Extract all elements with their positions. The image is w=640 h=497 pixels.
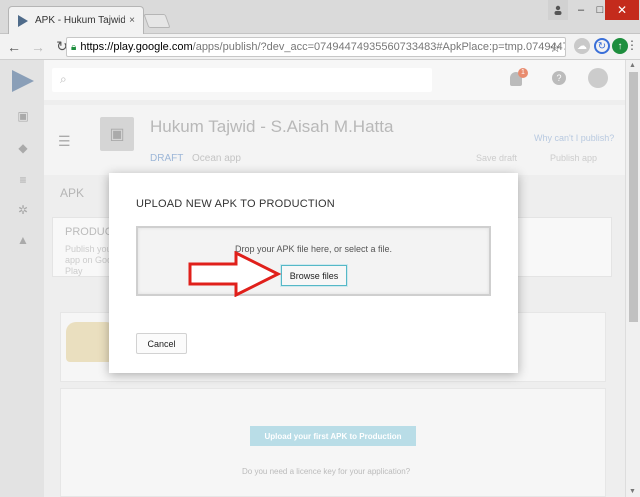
profile-user-icon[interactable]: [548, 0, 568, 20]
tab-close-icon[interactable]: ×: [129, 15, 135, 26]
app-status-badge: DRAFT: [150, 153, 184, 164]
page-scrollbar[interactable]: ▲ ▼: [625, 60, 640, 497]
notification-badge: 1: [518, 68, 528, 78]
android-nav-icon[interactable]: ▣: [17, 110, 29, 122]
scroll-up-icon[interactable]: ▲: [629, 62, 636, 69]
minimize-button[interactable]: –: [570, 0, 592, 20]
android-app-icon: ▣: [100, 117, 134, 151]
app-title: Hukum Tajwid - S.Aisah M.Hatta: [150, 117, 394, 136]
scroll-thumb[interactable]: [629, 72, 638, 322]
address-bar[interactable]: 🔒︎ https://play.google.com/apps/publish/…: [66, 37, 566, 57]
close-window-button[interactable]: ✕: [605, 0, 639, 20]
new-tab-button[interactable]: [143, 14, 171, 28]
help-icon[interactable]: ?: [552, 71, 566, 85]
cloud-extension-icon[interactable]: ☁: [574, 38, 590, 54]
browser-toolbar: ← → ↻ 🔒︎ https://play.google.com/apps/pu…: [0, 34, 640, 60]
database-nav-icon[interactable]: ≡: [17, 174, 29, 186]
dialog-title: UPLOAD NEW APK TO PRODUCTION: [136, 198, 335, 210]
browser-menu-icon[interactable]: ⋮: [626, 38, 638, 52]
save-draft-button[interactable]: Save draft: [476, 153, 517, 163]
hamburger-menu-icon[interactable]: ☰: [58, 133, 71, 150]
annotation-arrow-icon: [188, 251, 282, 297]
games-nav-icon[interactable]: ◆: [17, 142, 29, 154]
google-play-favicon-icon: [18, 14, 28, 27]
upload-apk-dialog: UPLOAD NEW APK TO PRODUCTION Drop your A…: [109, 173, 518, 373]
avatar[interactable]: [588, 68, 608, 88]
sync-extension-icon[interactable]: ↻: [594, 38, 610, 54]
browse-files-button[interactable]: Browse files: [281, 265, 347, 286]
licence-key-question: Do you need a licence key for your appli…: [242, 467, 411, 476]
app-subtitle: Ocean app: [192, 153, 241, 164]
search-input[interactable]: ⌕: [52, 68, 432, 92]
scroll-down-icon[interactable]: ▼: [629, 488, 636, 495]
section-heading: APK: [60, 186, 85, 200]
browser-tab[interactable]: APK - Hukum Tajwid - S ×: [8, 6, 144, 34]
forward-arrow-icon[interactable]: →: [28, 37, 48, 57]
url-text: https://play.google.com/apps/publish/?de…: [80, 41, 566, 53]
search-icon: ⌕: [60, 72, 67, 86]
upload-first-apk-button[interactable]: Upload your first APK to Production: [250, 426, 416, 446]
back-arrow-icon[interactable]: ←: [4, 37, 24, 57]
publish-app-button[interactable]: Publish app: [550, 153, 597, 163]
cancel-button[interactable]: Cancel: [136, 333, 187, 354]
tab-title: APK - Hukum Tajwid - S: [35, 15, 126, 26]
alerts-warning-icon[interactable]: ▲: [17, 234, 29, 246]
why-cant-publish-link[interactable]: Why can't I publish?: [534, 133, 614, 143]
settings-gear-icon[interactable]: ✲: [17, 204, 29, 216]
app-header: ☰ ▣ Hukum Tajwid - S.Aisah M.Hatta DRAFT…: [44, 105, 640, 175]
console-topbar: ⌕ 1 ?: [44, 60, 640, 100]
left-nav-rail: ▣ ◆ ≡ ✲ ▲: [0, 60, 44, 497]
google-play-logo-icon[interactable]: [12, 70, 34, 92]
bookmark-star-icon[interactable]: ☆: [549, 40, 561, 56]
person-icon: [554, 5, 562, 15]
browser-tabstrip: APK - Hukum Tajwid - S × – □ ✕: [0, 0, 640, 34]
secure-lock-icon: 🔒︎: [71, 41, 77, 53]
